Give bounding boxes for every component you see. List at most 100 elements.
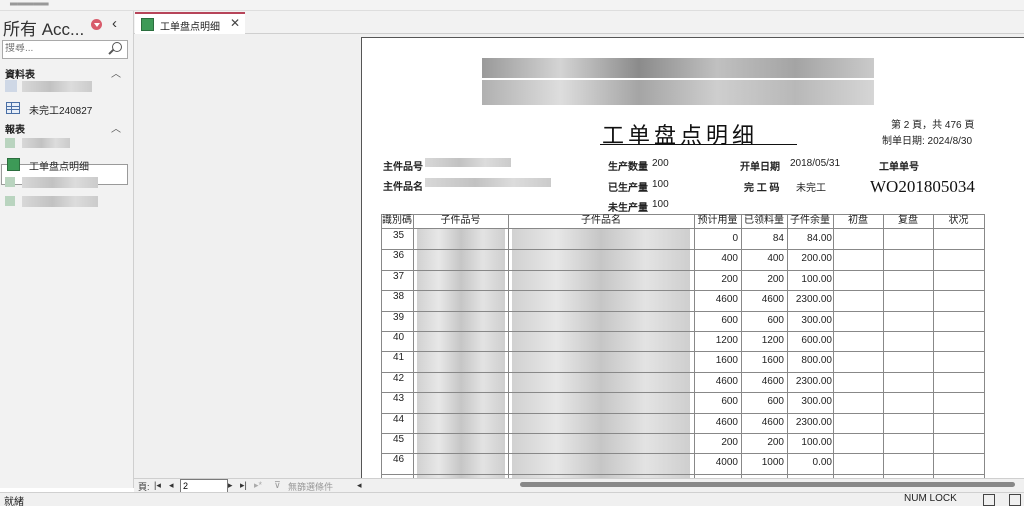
col-header-part-no: 子件品号 <box>440 215 481 226</box>
cell-planned: 1600 <box>715 355 738 367</box>
report-icon <box>5 177 15 187</box>
row-divider <box>381 310 985 312</box>
cell-remaining: 300.00 <box>801 396 832 408</box>
cell-issued: 4600 <box>761 294 784 306</box>
cell-id: 42 <box>393 372 405 384</box>
table-icon <box>6 102 20 114</box>
cell-issued: 1000 <box>761 457 784 469</box>
detail-table: 識別碼 子件品号 子件品名 预计用量 已领料量 子件余量 初盘 复盘 状况 35… <box>381 214 985 479</box>
collapse-icon[interactable]: ‹ <box>112 15 117 32</box>
next-record-icon[interactable]: ▸ <box>228 480 233 491</box>
row-divider <box>381 412 985 414</box>
cell-remaining: 600.00 <box>801 335 832 346</box>
report-page[interactable]: 工单盘点明细 第 2 頁，共 476 頁 制单日期: 2024/8/30 主件品… <box>361 37 1024 479</box>
cell-planned: 0 <box>732 233 738 244</box>
row-divider <box>381 331 985 332</box>
last-record-icon[interactable]: ▸| <box>240 480 247 491</box>
cell-remaining: 200.00 <box>801 253 832 265</box>
col-divider <box>508 214 509 479</box>
tab-report[interactable]: 工单盘点明细 ✕ <box>135 12 245 35</box>
group-header-reports[interactable]: 報表 <box>5 121 25 136</box>
previous-record-icon[interactable]: ◂ <box>169 480 174 491</box>
cell-issued: 600 <box>767 314 784 326</box>
horizontal-scrollbar-thumb[interactable] <box>520 482 1015 487</box>
cell-planned: 200 <box>721 437 738 448</box>
row-divider <box>381 269 985 271</box>
nav-item-report[interactable]: 工单盘点明细 <box>29 158 89 173</box>
scroll-left-icon[interactable]: ◂ <box>357 480 362 491</box>
table-icon <box>5 80 17 92</box>
numlock-indicator: NUM LOCK <box>904 493 957 504</box>
current-page-input[interactable] <box>180 479 228 493</box>
cell-planned: 600 <box>721 396 738 408</box>
label-produced-qty: 已生产量 <box>608 183 648 194</box>
col-divider <box>883 214 884 479</box>
cell-id: 44 <box>393 413 405 425</box>
value-produced-qty: 100 <box>652 179 669 190</box>
cell-id: 45 <box>393 434 405 445</box>
redacted-item <box>22 81 92 92</box>
chevron-up-icon[interactable]: ︿ <box>111 65 121 80</box>
cell-id: 37 <box>393 270 405 282</box>
redacted-company-name <box>482 80 874 105</box>
first-record-icon[interactable]: |◂ <box>154 480 161 491</box>
label-open-date: 开单日期 <box>740 162 780 173</box>
col-divider <box>933 214 934 479</box>
redacted-item <box>22 138 70 148</box>
ribbon-strip: ▂▂▂▂▂ <box>0 0 1024 11</box>
cell-issued: 400 <box>767 253 784 265</box>
print-preview-icon[interactable] <box>1009 494 1021 506</box>
cell-remaining: 2300.00 <box>795 375 832 387</box>
col-header-planned: 预计用量 <box>697 215 738 226</box>
col-header-recount: 复盘 <box>898 215 918 226</box>
redacted-company-name <box>482 58 874 78</box>
row-divider <box>381 290 985 292</box>
search-icon[interactable] <box>112 42 122 52</box>
group-header-tables[interactable]: 資料表 <box>5 66 35 81</box>
col-header-part-name: 子件品名 <box>581 215 621 226</box>
cell-remaining: 100.00 <box>801 437 832 448</box>
cell-remaining: 0.00 <box>812 457 832 469</box>
redacted-part-names <box>512 229 690 479</box>
report-icon <box>7 158 20 171</box>
dropdown-icon[interactable] <box>91 19 102 30</box>
row-divider <box>381 433 985 434</box>
cell-remaining: 800.00 <box>801 355 832 367</box>
row-divider <box>381 453 985 455</box>
col-divider <box>984 214 985 479</box>
label-main-part-no: 主件品号 <box>383 162 423 173</box>
cell-id: 35 <box>393 230 405 241</box>
row-divider <box>381 371 985 373</box>
cell-issued: 1200 <box>761 335 784 346</box>
cell-issued: 84 <box>772 233 784 244</box>
close-icon[interactable]: ✕ <box>230 16 240 30</box>
nav-item-table[interactable]: 未完工240827 <box>29 102 92 117</box>
search-input[interactable] <box>5 43 105 54</box>
report-icon <box>141 18 154 31</box>
cell-id: 38 <box>393 291 405 303</box>
report-view-icon[interactable] <box>983 494 995 506</box>
cell-remaining: 84.00 <box>806 233 832 244</box>
cell-id: 36 <box>393 250 405 262</box>
row-divider <box>381 392 985 394</box>
value-wo-no: WO201805034 <box>870 177 975 196</box>
cell-remaining: 300.00 <box>801 314 832 326</box>
col-header-status: 状况 <box>948 215 969 226</box>
row-divider <box>381 249 985 251</box>
chevron-up-icon[interactable]: ︿ <box>111 120 121 135</box>
nav-pane-title[interactable]: 所有 Acc... <box>3 15 84 40</box>
label-wo-no: 工单单号 <box>879 162 919 173</box>
cell-issued: 200 <box>767 437 784 448</box>
cell-issued: 200 <box>767 273 784 285</box>
redacted-value <box>425 158 511 167</box>
cell-id: 39 <box>393 311 405 323</box>
title-underline <box>600 144 797 145</box>
row-divider <box>381 473 985 475</box>
search-box[interactable] <box>2 40 128 59</box>
label-main-part-name: 主件品名 <box>383 182 423 193</box>
cell-planned: 400 <box>721 253 738 265</box>
value-prod-qty: 200 <box>652 158 669 169</box>
cell-id: 41 <box>393 352 405 364</box>
filter-icon[interactable]: ⊽ <box>274 480 281 491</box>
new-record-icon: ▸* <box>254 480 263 490</box>
